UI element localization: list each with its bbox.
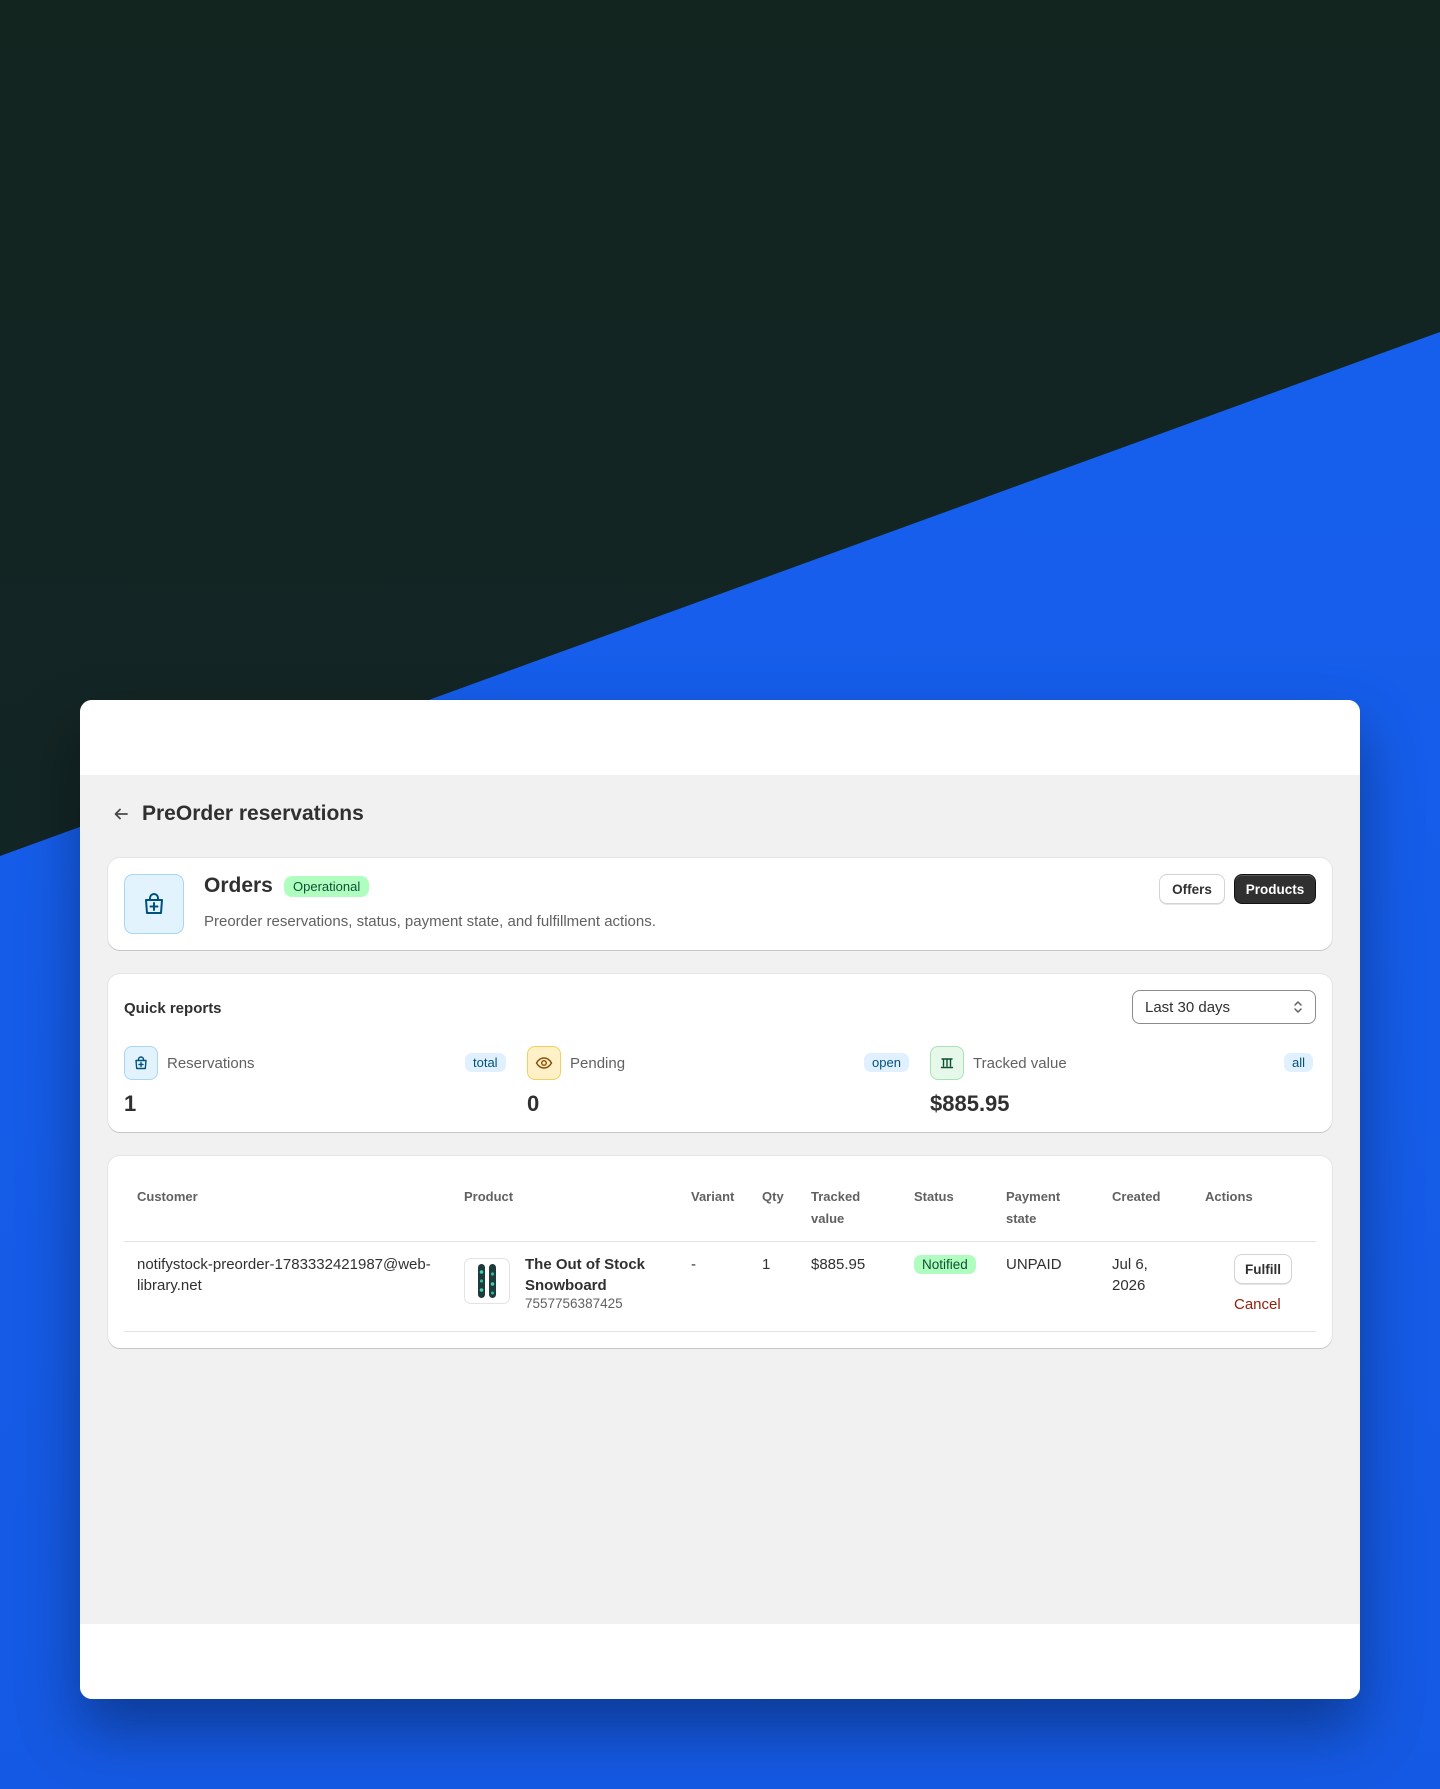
quick-reports-title: Quick reports bbox=[124, 1000, 222, 1017]
metric-pending: Pending open 0 bbox=[527, 1046, 913, 1116]
page-title: PreOrder reservations bbox=[142, 802, 364, 825]
metric-value: $885.95 bbox=[930, 1091, 1010, 1116]
window-top-bar bbox=[80, 700, 1360, 775]
metric-reservations: Reservations total 1 bbox=[124, 1046, 510, 1116]
header-line: Tracked bbox=[811, 1189, 861, 1204]
orders-card: Orders Operational Preorder reservations… bbox=[108, 858, 1332, 950]
product-id: 7557756387425 bbox=[525, 1296, 623, 1311]
bag-icon bbox=[124, 1046, 158, 1080]
quick-reports-card: Quick reports Last 30 days Reservations … bbox=[108, 974, 1332, 1132]
header-line: Payment bbox=[1006, 1189, 1061, 1204]
column-header-payment-state: Payment state bbox=[1006, 1186, 1060, 1230]
column-header-variant: Variant bbox=[691, 1189, 735, 1204]
back-arrow-icon[interactable] bbox=[110, 803, 132, 825]
orders-description: Preorder reservations, status, payment s… bbox=[204, 913, 656, 930]
cell-line: library.net bbox=[137, 1277, 202, 1294]
products-button[interactable]: Products bbox=[1234, 874, 1316, 904]
window-bottom-bar bbox=[80, 1624, 1360, 1699]
metric-tracked-value: Tracked value all $885.95 bbox=[930, 1046, 1316, 1116]
row-divider bbox=[124, 1241, 1316, 1242]
column-header-qty: Qty bbox=[762, 1189, 784, 1204]
metric-label: Pending bbox=[570, 1055, 626, 1072]
bank-icon bbox=[930, 1046, 964, 1080]
header-line: value bbox=[811, 1211, 845, 1226]
cell-line: Jul 6, bbox=[1112, 1256, 1148, 1273]
metric-tag: all bbox=[1284, 1053, 1314, 1072]
app-window: PreOrder reservations Orders Operational… bbox=[80, 700, 1360, 1699]
column-header-status: Status bbox=[914, 1189, 954, 1204]
metric-label: Reservations bbox=[167, 1055, 255, 1072]
select-chevron-icon bbox=[1291, 999, 1305, 1019]
orders-title: Orders bbox=[204, 874, 273, 897]
variant-cell: - bbox=[691, 1256, 696, 1273]
column-header-created: Created bbox=[1112, 1189, 1161, 1204]
column-header-product: Product bbox=[464, 1189, 514, 1204]
tracked-value-cell: $885.95 bbox=[811, 1256, 866, 1273]
metric-value: 1 bbox=[124, 1091, 137, 1116]
metric-label: Tracked value bbox=[973, 1055, 1067, 1072]
offers-button[interactable]: Offers bbox=[1159, 874, 1225, 904]
shopping-bag-icon bbox=[124, 874, 184, 934]
column-header-customer: Customer bbox=[137, 1189, 198, 1204]
product-name: The Out of Stock Snowboard bbox=[525, 1254, 675, 1296]
row-divider bbox=[124, 1331, 1316, 1332]
metric-tag: open bbox=[864, 1053, 909, 1072]
date-range-select[interactable]: Last 30 days bbox=[1132, 990, 1316, 1024]
payment-state-cell: UNPAID bbox=[1006, 1256, 1062, 1273]
eye-icon bbox=[527, 1046, 561, 1080]
fulfill-button[interactable]: Fulfill bbox=[1234, 1254, 1292, 1284]
cell-line: notifystock-preorder-1783332421987@web- bbox=[137, 1256, 431, 1273]
column-header-actions: Actions bbox=[1205, 1189, 1253, 1204]
customer-email: notifystock-preorder-1783332421987@web- … bbox=[137, 1254, 447, 1296]
page-header: PreOrder reservations bbox=[110, 802, 364, 826]
operational-badge: Operational bbox=[284, 876, 370, 897]
metric-value: 0 bbox=[527, 1091, 540, 1116]
cancel-link[interactable]: Cancel bbox=[1234, 1296, 1281, 1313]
created-cell: Jul 6, 2026 bbox=[1112, 1254, 1148, 1296]
cell-line: The Out of Stock bbox=[525, 1256, 645, 1273]
reservations-table: Customer Product Variant Qty Tracked val… bbox=[108, 1156, 1332, 1348]
cell-line: Snowboard bbox=[525, 1277, 607, 1294]
cell-line: 2026 bbox=[1112, 1277, 1146, 1294]
product-thumbnail bbox=[464, 1258, 510, 1304]
metric-tag: total bbox=[465, 1053, 506, 1072]
date-range-value: Last 30 days bbox=[1145, 998, 1231, 1016]
column-header-tracked-value: Tracked value bbox=[811, 1186, 860, 1230]
qty-cell: 1 bbox=[762, 1256, 771, 1273]
status-badge: Notified bbox=[914, 1255, 976, 1274]
header-line: state bbox=[1006, 1211, 1037, 1226]
